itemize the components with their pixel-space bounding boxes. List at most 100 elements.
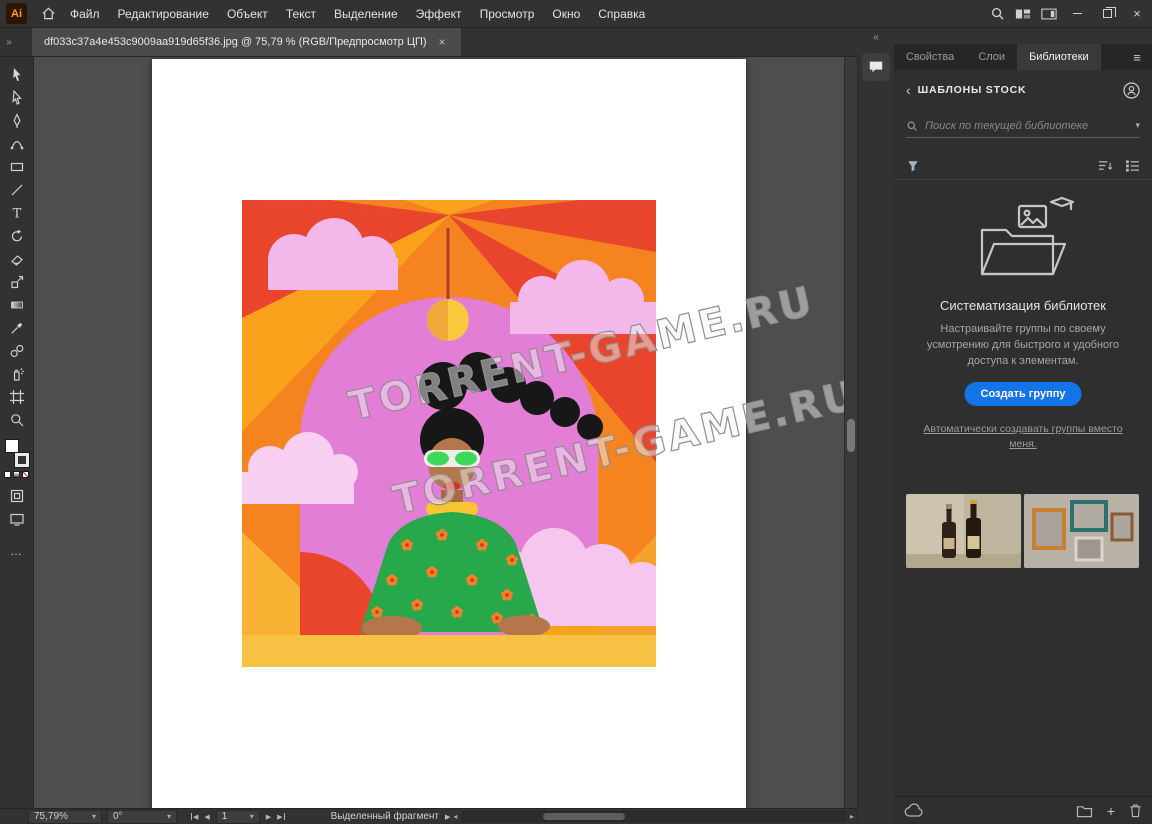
status-indicator[interactable]: Выделенный фрагмент bbox=[331, 811, 439, 822]
menu-window[interactable]: Окно bbox=[543, 0, 589, 28]
line-segment-tool[interactable] bbox=[4, 178, 30, 201]
rotation-select[interactable]: 0° ▾ bbox=[107, 809, 177, 824]
curvature-tool[interactable] bbox=[4, 132, 30, 155]
chevron-down-icon: ▾ bbox=[91, 812, 96, 821]
scale-tool[interactable] bbox=[4, 270, 30, 293]
tab-layers[interactable]: Слои bbox=[966, 44, 1017, 70]
svg-text:T: T bbox=[12, 206, 21, 221]
pen-tool[interactable] bbox=[4, 109, 30, 132]
symbol-sprayer-tool[interactable] bbox=[4, 362, 30, 385]
blend-tool[interactable] bbox=[4, 339, 30, 362]
toolbar-expand-icon[interactable]: » bbox=[0, 28, 18, 56]
panel-collapse-icon[interactable]: « bbox=[873, 32, 879, 43]
list-view-icon[interactable] bbox=[1125, 159, 1140, 172]
workspace-switcher-button[interactable] bbox=[1036, 0, 1062, 28]
rectangle-tool[interactable] bbox=[4, 155, 30, 178]
type-tool[interactable]: T bbox=[4, 201, 30, 224]
auto-create-groups-link[interactable]: Автоматически создавать группы вместо ме… bbox=[918, 422, 1128, 451]
illustrator-logo-icon[interactable]: Ai bbox=[6, 3, 27, 24]
restore-button[interactable] bbox=[1092, 0, 1122, 28]
rotate-tool[interactable] bbox=[4, 224, 30, 247]
scale-icon bbox=[10, 275, 23, 288]
artboard-number-select[interactable]: 1 ▾ bbox=[215, 809, 260, 824]
tab-close-icon[interactable]: × bbox=[439, 35, 446, 49]
first-artboard-button[interactable]: ◀ bbox=[187, 813, 201, 821]
scroll-right-icon[interactable]: ▸ bbox=[847, 812, 857, 821]
eyedropper-tool[interactable] bbox=[4, 316, 30, 339]
sort-icon[interactable] bbox=[1098, 159, 1113, 172]
color-mode-button[interactable] bbox=[4, 471, 11, 478]
search-button[interactable] bbox=[984, 0, 1010, 28]
blend-icon bbox=[10, 344, 23, 357]
next-artboard-button[interactable]: ▶ bbox=[263, 813, 274, 821]
vertical-scrollbar-thumb[interactable] bbox=[847, 419, 855, 452]
library-header: ‹ ШАБЛОНЫ STOCK bbox=[906, 80, 1140, 100]
add-item-icon[interactable]: + bbox=[1107, 804, 1115, 818]
draw-mode-icon bbox=[10, 489, 23, 502]
last-artboard-button[interactable]: ▶ bbox=[274, 813, 288, 821]
workspace-switcher-icon bbox=[1041, 8, 1057, 19]
libraries-panel-body: ‹ ШАБЛОНЫ STOCK ▾ bbox=[894, 70, 1152, 796]
back-icon[interactable]: ‹ bbox=[906, 82, 911, 98]
library-item-bottles[interactable] bbox=[906, 494, 1021, 568]
menu-object[interactable]: Объект bbox=[218, 0, 277, 28]
artboard-tool[interactable] bbox=[4, 385, 30, 408]
menu-bar: Ai Файл Редактирование Объект Текст Выде… bbox=[0, 0, 1152, 28]
home-button[interactable] bbox=[35, 0, 61, 28]
menu-file[interactable]: Файл bbox=[61, 0, 109, 28]
document-tab-title: df033c37a4e453c9009aa919d65f36.jpg @ 75,… bbox=[44, 36, 427, 48]
stroke-swatch[interactable] bbox=[13, 452, 30, 468]
menu-type[interactable]: Текст bbox=[277, 0, 325, 28]
eraser-tool[interactable] bbox=[4, 247, 30, 270]
new-folder-icon[interactable] bbox=[1076, 804, 1093, 818]
placed-image[interactable] bbox=[242, 200, 656, 667]
gradient-mode-button[interactable] bbox=[13, 471, 20, 478]
menu-select[interactable]: Выделение bbox=[325, 0, 407, 28]
library-search-input[interactable] bbox=[925, 119, 1129, 132]
document-tab[interactable]: df033c37a4e453c9009aa919d65f36.jpg @ 75,… bbox=[32, 28, 462, 56]
more-tools-button[interactable]: … bbox=[10, 544, 23, 558]
zoom-level-select[interactable]: 75,79% ▾ bbox=[28, 809, 102, 824]
sync-cloud-icon[interactable] bbox=[904, 803, 924, 818]
arrange-documents-button[interactable] bbox=[1010, 0, 1036, 28]
first-artboard-icon: ◀ bbox=[193, 813, 199, 821]
library-search: ▾ bbox=[906, 114, 1140, 138]
gradient-tool[interactable] bbox=[4, 293, 30, 316]
menu-help[interactable]: Справка bbox=[589, 0, 654, 28]
library-title: ШАБЛОНЫ STOCK bbox=[917, 84, 1027, 96]
draw-mode-button[interactable] bbox=[4, 484, 30, 507]
minimize-button[interactable] bbox=[1062, 0, 1092, 28]
arrange-documents-icon bbox=[1015, 9, 1031, 18]
direct-selection-tool[interactable] bbox=[4, 86, 30, 109]
horizontal-scrollbar-thumb[interactable] bbox=[543, 813, 626, 820]
zoom-tool[interactable] bbox=[4, 408, 30, 431]
empty-state-title: Систематизация библиотек bbox=[940, 298, 1106, 313]
tab-libraries[interactable]: Библиотеки bbox=[1017, 44, 1101, 70]
comments-panel-button[interactable] bbox=[862, 53, 890, 81]
previous-artboard-button[interactable]: ◀ bbox=[201, 813, 212, 821]
selection-tool[interactable] bbox=[4, 63, 30, 86]
fill-stroke-controls[interactable] bbox=[4, 439, 30, 468]
canvas-area[interactable]: TORRENT-GAME.RU TORRENT-GAME.RU bbox=[34, 57, 844, 808]
chevron-down-icon[interactable]: ▾ bbox=[1135, 120, 1140, 131]
screen-mode-button[interactable] bbox=[4, 507, 30, 530]
vertical-scrollbar[interactable] bbox=[844, 57, 857, 808]
menu-edit[interactable]: Редактирование bbox=[109, 0, 218, 28]
none-mode-button[interactable] bbox=[22, 471, 29, 478]
tab-properties[interactable]: Свойства bbox=[894, 44, 966, 70]
type-icon: T bbox=[12, 206, 21, 221]
menu-effect[interactable]: Эффект bbox=[407, 0, 471, 28]
filter-icon[interactable] bbox=[906, 159, 920, 173]
library-item-frames[interactable] bbox=[1024, 494, 1139, 568]
menu-view[interactable]: Просмотр bbox=[471, 0, 544, 28]
panel-menu-icon[interactable]: ≡ bbox=[1122, 44, 1152, 70]
create-group-button[interactable]: Создать группу bbox=[964, 382, 1082, 406]
last-artboard-icon: ▶ bbox=[277, 813, 283, 821]
fill-swatch[interactable] bbox=[4, 439, 19, 453]
close-button[interactable]: × bbox=[1122, 0, 1152, 28]
gradient-icon bbox=[10, 301, 23, 308]
trash-icon[interactable] bbox=[1129, 803, 1142, 818]
invite-user-icon[interactable] bbox=[1123, 81, 1140, 99]
scroll-left-icon[interactable]: ◂ bbox=[450, 812, 460, 821]
horizontal-scrollbar[interactable] bbox=[462, 811, 845, 822]
